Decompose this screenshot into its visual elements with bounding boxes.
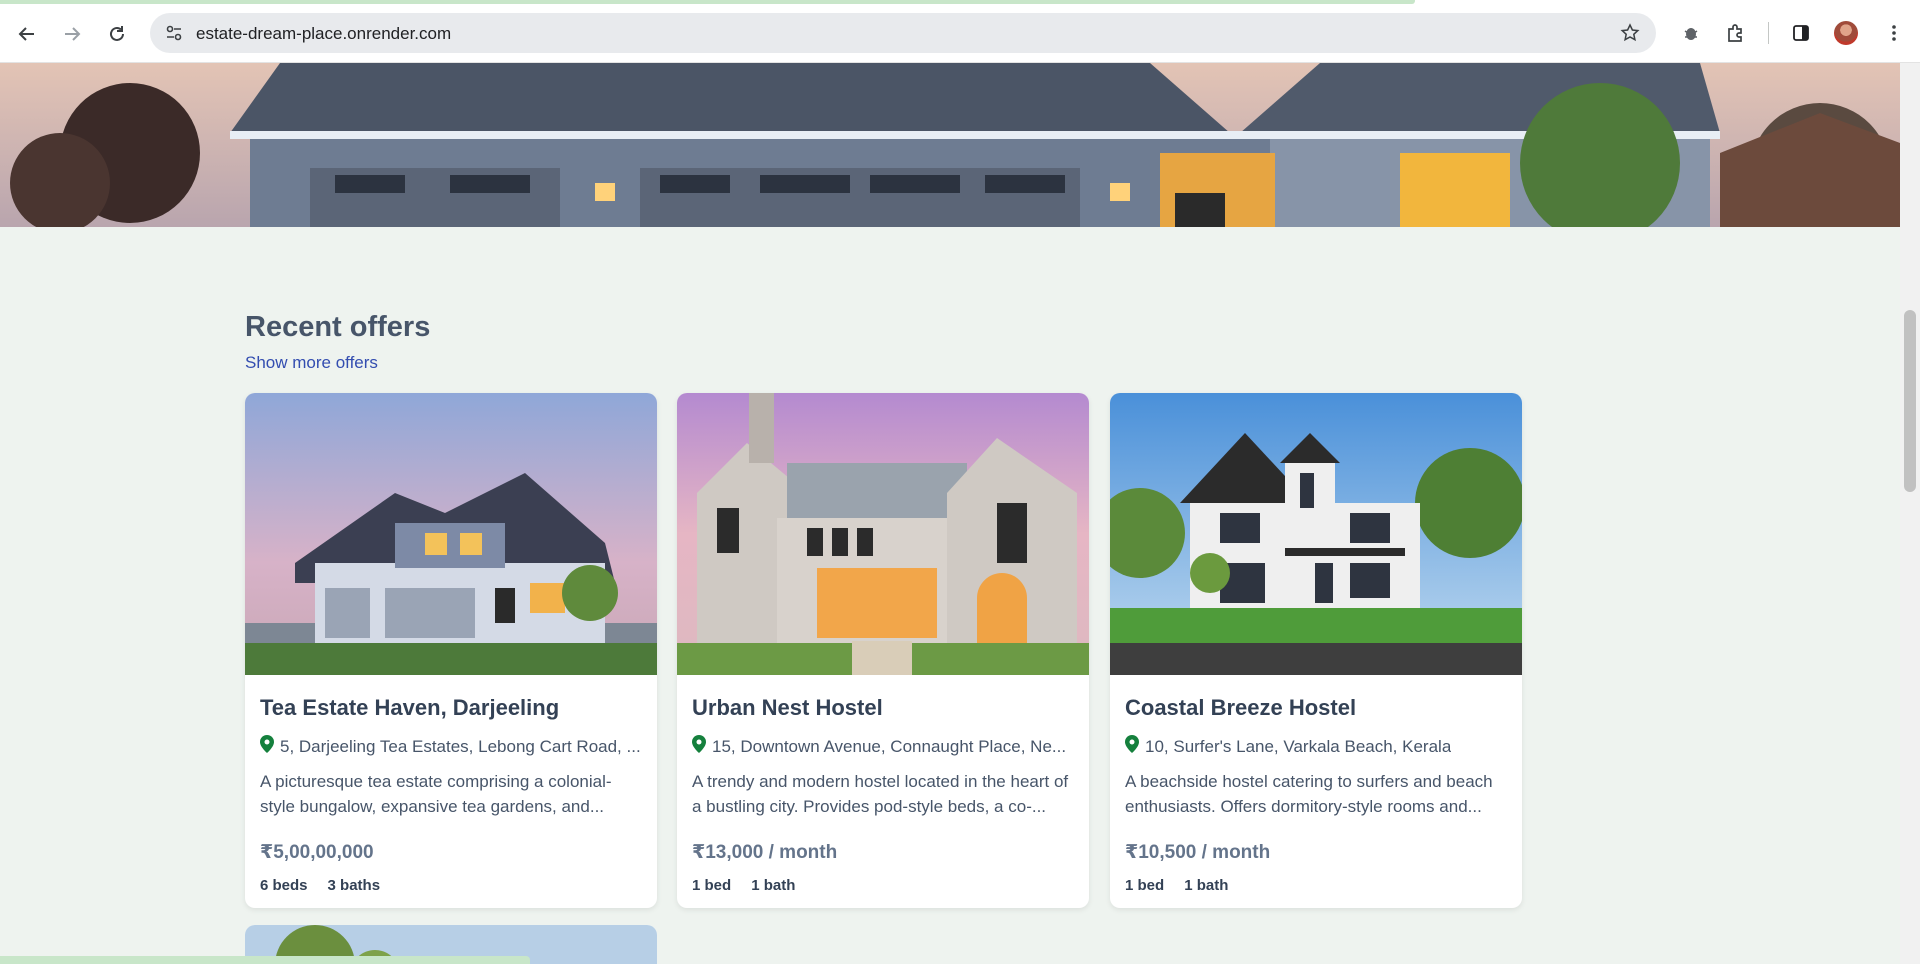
browser-toolbar: estate-dream-place.onrender.com	[0, 0, 1920, 63]
beds-count: 1 bed	[1125, 877, 1165, 894]
listing-photo	[677, 393, 1089, 675]
profile-avatar[interactable]	[1834, 21, 1858, 45]
listing-description: A trendy and modern hostel located in th…	[692, 772, 1069, 816]
page-load-progress	[0, 0, 1415, 4]
listing-meta: 6 beds 3 baths	[260, 877, 380, 894]
listing-card[interactable]: Tea Estate Haven, Darjeeling 5, Darjeeli…	[245, 393, 657, 908]
beds-count: 1 bed	[692, 877, 732, 894]
address-bar[interactable]: estate-dream-place.onrender.com	[150, 13, 1656, 53]
side-panel-icon[interactable]	[1785, 17, 1817, 49]
bug-extension-icon[interactable]	[1675, 17, 1707, 49]
listing-card[interactable]: Coastal Breeze Hostel 10, Surfer's Lane,…	[1110, 393, 1522, 908]
listing-meta: 1 bed 1 bath	[1125, 877, 1228, 894]
listing-price: ₹10,500 / month	[1125, 842, 1271, 863]
listing-photo	[1110, 393, 1522, 675]
location-pin-icon	[260, 735, 274, 758]
listing-description: A beachside hostel catering to surfers a…	[1125, 772, 1493, 816]
section-title: Recent offers	[245, 311, 431, 343]
beds-count: 6 beds	[260, 877, 308, 894]
listing-photo	[245, 393, 657, 675]
page-viewport: Recent offers Show more offers Tea Estat…	[0, 63, 1900, 964]
more-vert-icon[interactable]	[1878, 17, 1910, 49]
back-arrow-icon[interactable]	[10, 17, 44, 51]
listing-price: ₹13,000 / month	[692, 842, 838, 863]
baths-count: 1 bath	[1184, 877, 1229, 894]
site-info-icon[interactable]	[160, 19, 188, 47]
listing-title[interactable]: Coastal Breeze Hostel	[1125, 695, 1356, 721]
address-text: 15, Downtown Avenue, Connaught Place, Ne…	[712, 736, 1067, 756]
listing-title[interactable]: Urban Nest Hostel	[692, 695, 883, 721]
listing-description: A picturesque tea estate comprising a co…	[260, 772, 612, 816]
page-bottom-progress	[0, 956, 530, 964]
show-more-offers-link[interactable]: Show more offers	[245, 353, 378, 373]
baths-count: 1 bath	[751, 877, 796, 894]
puzzle-icon[interactable]	[1719, 17, 1751, 49]
listing-price: ₹5,00,00,000	[260, 842, 374, 863]
vertical-scrollbar[interactable]	[1900, 63, 1920, 964]
baths-count: 3 baths	[327, 877, 381, 894]
listing-address: 5, Darjeeling Tea Estates, Lebong Cart R…	[260, 735, 645, 758]
star-icon[interactable]	[1616, 19, 1644, 47]
address-text: 5, Darjeeling Tea Estates, Lebong Cart R…	[280, 736, 641, 756]
reload-icon[interactable]	[100, 17, 134, 51]
forward-arrow-icon[interactable]	[55, 17, 89, 51]
hero-banner-image	[0, 63, 1900, 227]
location-pin-icon	[1125, 735, 1139, 758]
listing-address: 15, Downtown Avenue, Connaught Place, Ne…	[692, 735, 1077, 758]
scrollbar-thumb[interactable]	[1904, 310, 1916, 492]
listing-address: 10, Surfer's Lane, Varkala Beach, Kerala	[1125, 735, 1510, 758]
toolbar-divider	[1768, 22, 1769, 44]
url-text[interactable]: estate-dream-place.onrender.com	[196, 24, 451, 44]
listing-meta: 1 bed 1 bath	[692, 877, 795, 894]
listing-card[interactable]: Urban Nest Hostel 15, Downtown Avenue, C…	[677, 393, 1089, 908]
listing-title[interactable]: Tea Estate Haven, Darjeeling	[260, 695, 559, 721]
location-pin-icon	[692, 735, 706, 758]
address-text: 10, Surfer's Lane, Varkala Beach, Kerala	[1145, 736, 1452, 756]
